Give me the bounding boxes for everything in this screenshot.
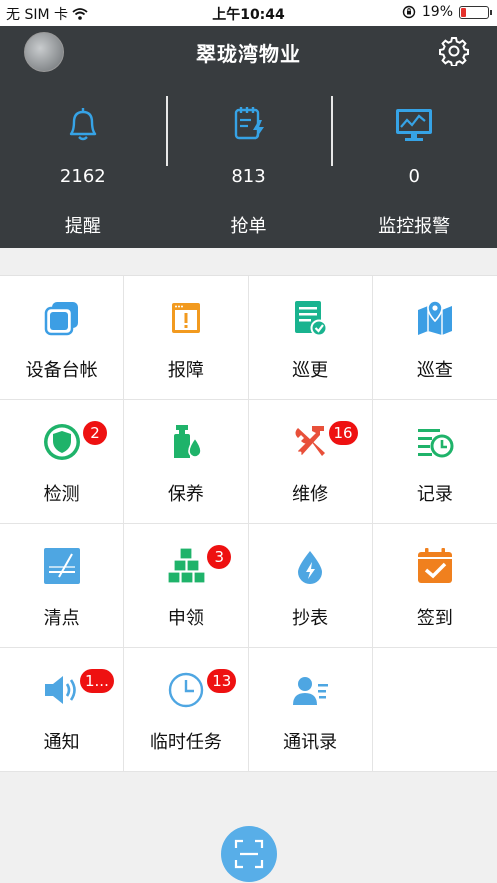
scan-icon (234, 839, 264, 869)
divider (165, 96, 168, 166)
status-bar: 无 SIM 卡 上午10:44 19% (0, 0, 497, 26)
shield-icon (43, 424, 80, 460)
grid-item-temp-task[interactable]: 13 临时任务 (124, 648, 249, 772)
badge: 2 (83, 421, 107, 445)
grid-item-notice[interactable]: 1... 通知 (0, 648, 125, 772)
grid-item-sign-in[interactable]: 签到 (372, 524, 497, 648)
contacts-icon (293, 677, 329, 705)
monitor-icon (396, 109, 433, 141)
fault-report-icon (171, 303, 200, 333)
stat-grab-order[interactable]: 813 抢单 (165, 92, 332, 248)
battery-percent: 19% (421, 4, 453, 20)
scan-button[interactable] (221, 826, 277, 882)
bell-icon (69, 108, 97, 141)
grid-item-records[interactable]: 记录 (372, 400, 497, 524)
stat-reminder[interactable]: 2162 提醒 (0, 92, 166, 248)
grid-item-requisition[interactable]: 3 申领 (124, 524, 249, 648)
grid-item-label: 通讯录 (283, 732, 338, 753)
grid-item-label: 检测 (43, 484, 80, 505)
function-grid: 设备台帐 报障 巡更 巡查 2 检测 保养 16 维修 记录 清点 3 申领 抄… (0, 275, 497, 772)
grid-item-empty (372, 648, 497, 772)
stats-row: 2162 提醒 813 抢单 0 监控报警 (0, 92, 497, 248)
page-title: 翠珑湾物业 (196, 42, 301, 66)
badge: 3 (207, 545, 232, 569)
grid-item-label: 报障 (167, 360, 204, 381)
grid-item-meter-reading[interactable]: 抄表 (248, 524, 373, 648)
divider (331, 96, 334, 166)
grid-item-label: 申领 (167, 608, 204, 629)
grid-item-inspection[interactable]: 巡查 (372, 276, 497, 400)
grid-item-repair[interactable]: 16 维修 (248, 400, 373, 524)
grid-item-label: 保养 (167, 484, 204, 505)
orientation-lock-icon (402, 5, 416, 19)
stat-label: 监控报警 (378, 216, 451, 237)
grid-item-label: 抄表 (292, 608, 329, 629)
battery-icon (459, 5, 492, 19)
grid-item-device-ledger[interactable]: 设备台帐 (0, 276, 125, 400)
clock-icon (168, 672, 204, 708)
stat-count: 0 (408, 166, 420, 187)
grid-item-detection[interactable]: 2 检测 (0, 400, 125, 524)
grid-item-label: 巡查 (416, 360, 453, 381)
maintenance-bottle-icon (173, 425, 202, 458)
grid-item-label: 通知 (43, 732, 80, 753)
grid-item-contacts[interactable]: 通讯录 (248, 648, 373, 772)
patrol-icon (295, 301, 328, 337)
badge: 1... (80, 669, 114, 693)
grid-item-maintenance[interactable]: 保养 (124, 400, 249, 524)
grid-item-label: 签到 (416, 608, 453, 629)
map-inspect-icon (417, 300, 452, 335)
grid-item-label: 巡更 (292, 360, 329, 381)
stat-monitor-alarm[interactable]: 0 监控报警 (331, 92, 497, 248)
grid-item-label: 临时任务 (149, 732, 222, 753)
device-ledger-icon (44, 302, 78, 336)
grid-item-label: 清点 (43, 608, 80, 629)
badge: 16 (328, 421, 358, 445)
grid-item-patrol[interactable]: 巡更 (248, 276, 373, 400)
grid-item-label: 设备台帐 (25, 360, 98, 381)
grid-item-label: 维修 (292, 484, 329, 505)
header-panel: 翠珑湾物业 2162 提醒 813 抢单 0 监控报警 (0, 26, 497, 248)
grid-item-fault-report[interactable]: 报障 (124, 276, 249, 400)
speaker-icon (44, 676, 76, 704)
grid-item-inventory[interactable]: 清点 (0, 524, 125, 648)
badge: 13 (207, 669, 237, 693)
task-clipboard-icon (234, 107, 264, 140)
stat-count: 813 (231, 166, 266, 187)
gear-icon[interactable] (439, 36, 469, 66)
repair-tools-icon (295, 426, 326, 456)
water-drop-icon (298, 551, 323, 584)
boxes-icon (167, 547, 206, 584)
calendar-check-icon (417, 548, 452, 583)
record-clock-icon (417, 429, 454, 458)
inventory-icon (43, 548, 80, 584)
grid-item-label: 记录 (416, 484, 453, 505)
stat-label: 抢单 (230, 216, 267, 237)
stat-count: 2162 (59, 166, 106, 187)
stat-label: 提醒 (64, 216, 101, 237)
